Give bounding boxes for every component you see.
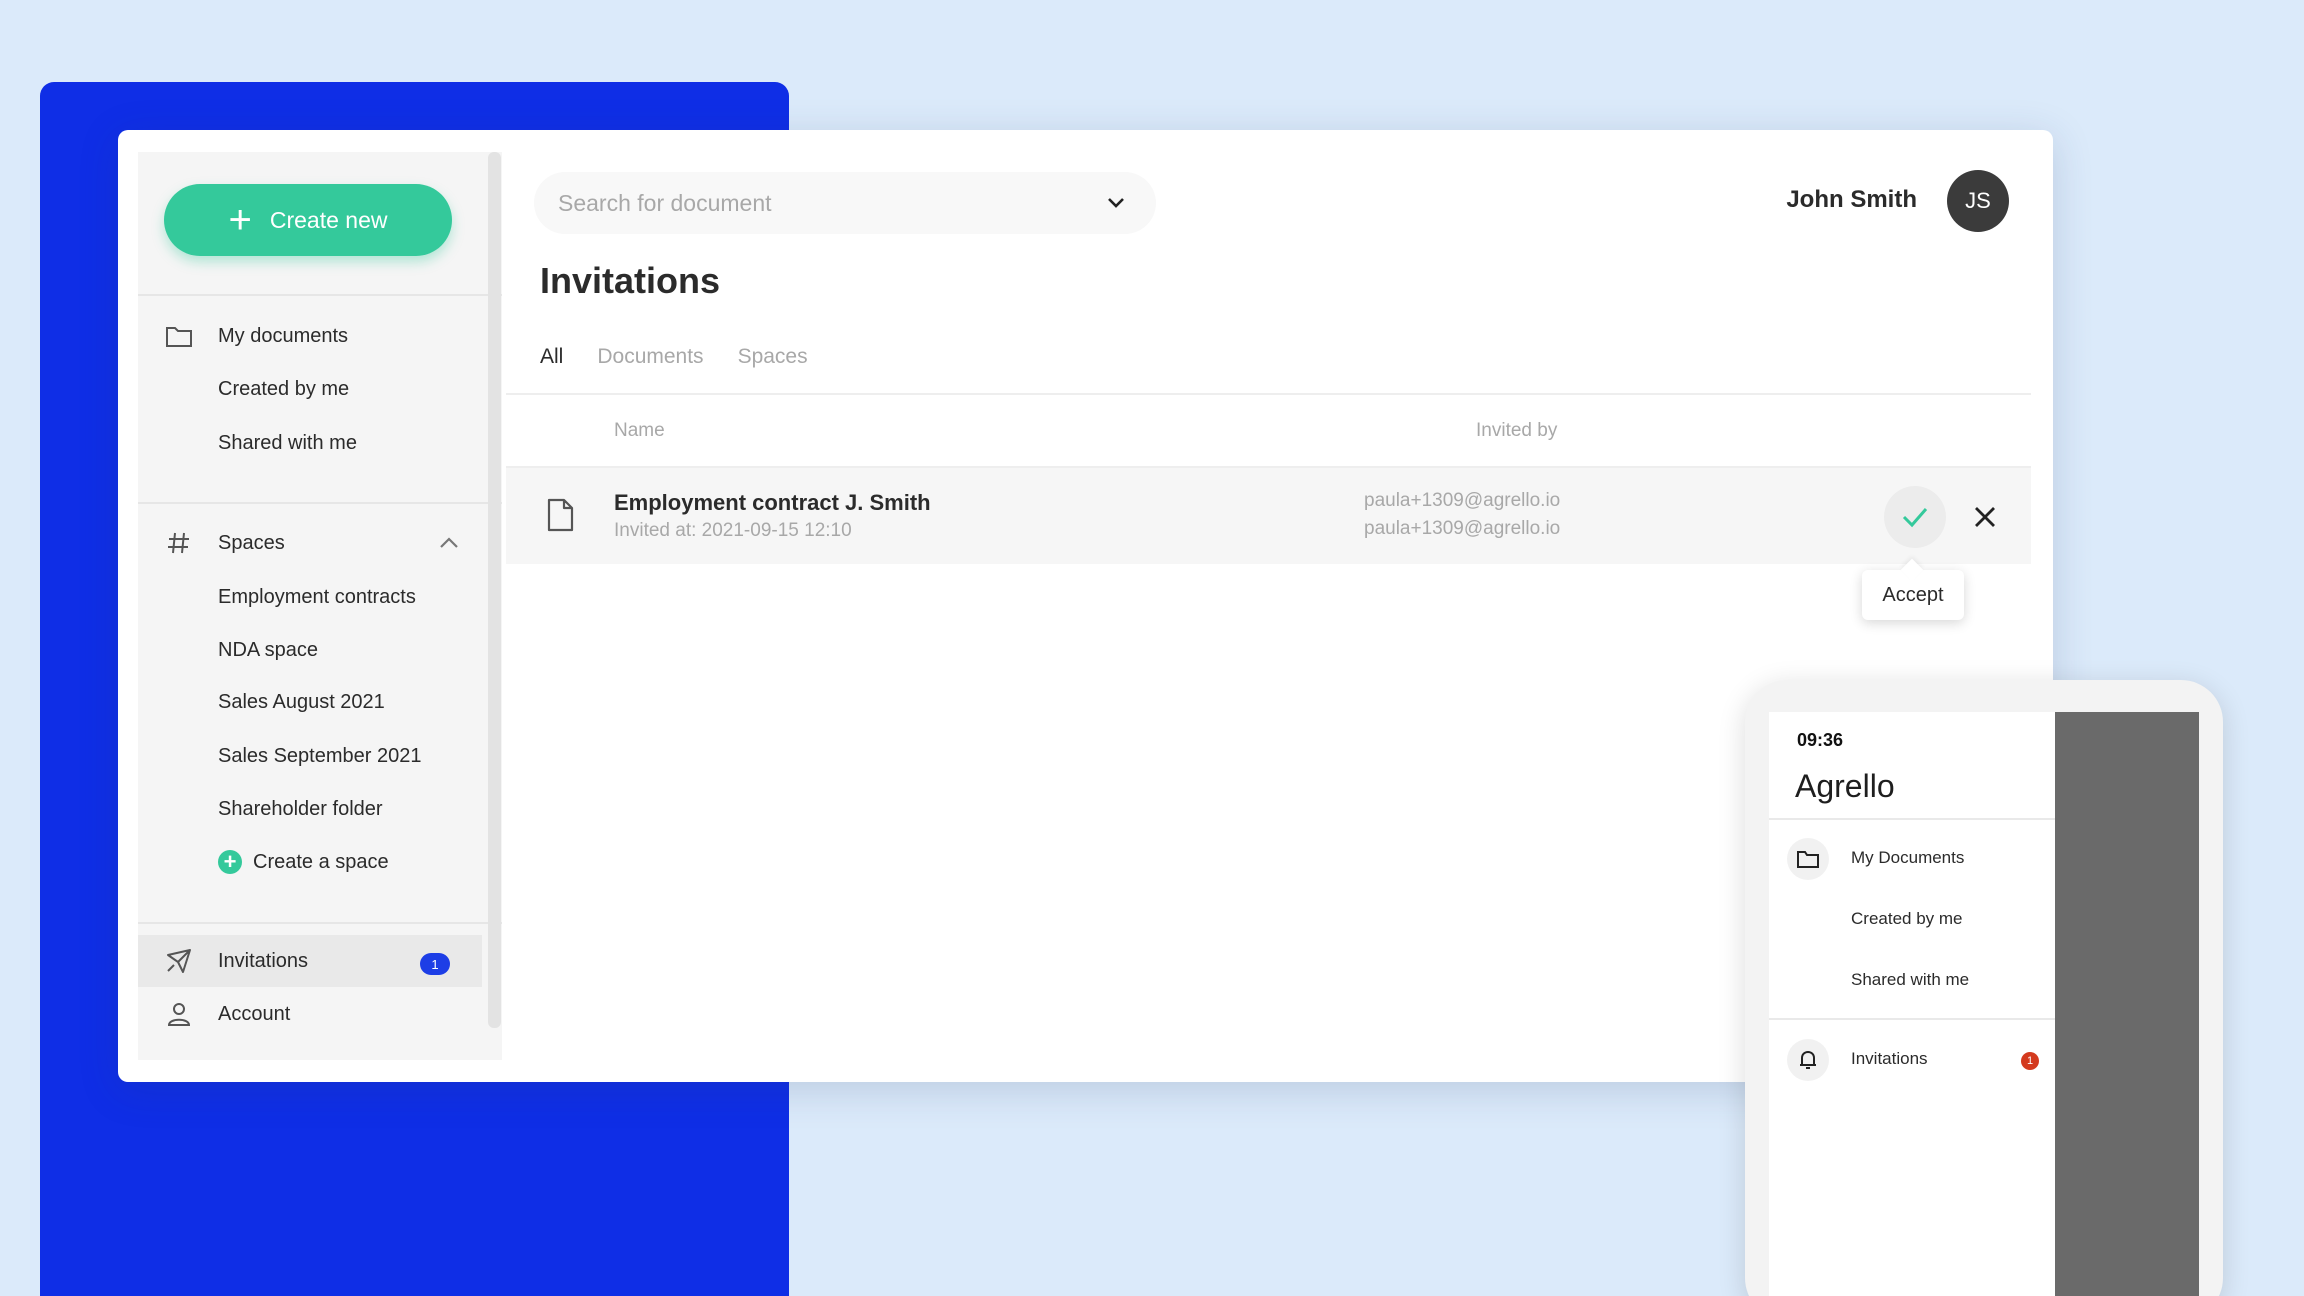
- chevron-up-icon[interactable]: [436, 531, 462, 555]
- phone-item-created-by-me[interactable]: Created by me: [1769, 893, 2055, 947]
- phone-mockup: 09:36 Agrello My Documents Created by me…: [1745, 680, 2223, 1296]
- sidebar-item-label: NDA space: [218, 638, 319, 661]
- sidebar-item-space[interactable]: Sales August 2021: [138, 676, 482, 728]
- sidebar-item-space[interactable]: Sales September 2021: [138, 730, 482, 782]
- document-name[interactable]: Employment contract J. Smith: [614, 490, 931, 516]
- sidebar-item-label: Shareholder folder: [218, 797, 383, 820]
- tabs-divider: [506, 393, 2031, 395]
- sidebar-scrollbar[interactable]: [488, 152, 501, 1028]
- sidebar-item-label: My documents: [218, 324, 349, 347]
- accept-tooltip: Accept: [1862, 570, 1964, 620]
- person-icon: [164, 1000, 194, 1028]
- sidebar-item-label: Sales August 2021: [218, 690, 385, 713]
- plus-icon: +: [218, 850, 242, 874]
- tab-documents[interactable]: Documents: [597, 345, 703, 369]
- column-header-invited-by: Invited by: [1476, 420, 1558, 441]
- folder-icon: [1787, 838, 1829, 880]
- sidebar-item-label: Sales September 2021: [218, 744, 422, 767]
- plus-icon: +: [228, 198, 252, 242]
- search-input[interactable]: [558, 189, 1078, 217]
- invited-at: Invited at: 2021-09-15 12:10: [614, 520, 852, 541]
- status-bar-time: 09:36: [1797, 730, 1844, 750]
- close-icon: [1975, 507, 1995, 527]
- hash-icon: [164, 529, 194, 557]
- page-title: Invitations: [540, 260, 721, 301]
- sidebar-item-space[interactable]: Employment contracts: [138, 571, 482, 623]
- sidebar-item-account[interactable]: Account: [138, 988, 482, 1040]
- invitations-count-badge: 1: [420, 953, 450, 975]
- phone-item-label: Invitations: [1851, 1049, 1928, 1068]
- folder-icon: [164, 322, 194, 350]
- sidebar-item-label: Spaces: [218, 531, 285, 554]
- reject-button[interactable]: [1962, 494, 2008, 540]
- sidebar-divider: [138, 294, 502, 296]
- inviter-email: paula+1309@agrello.io: [1364, 518, 1561, 539]
- sidebar-item-label: Account: [218, 1002, 291, 1025]
- check-icon: [1902, 508, 1928, 528]
- document-icon: [546, 498, 574, 532]
- agrello-logo: Agrello: [1795, 768, 1895, 804]
- sidebar-item-label: Invitations: [218, 949, 309, 972]
- table-row[interactable]: Employment contract J. Smith Invited at:…: [506, 468, 2031, 564]
- tab-all[interactable]: All: [540, 345, 563, 369]
- create-space-link[interactable]: + Create a space: [138, 836, 482, 888]
- create-new-button[interactable]: + Create new: [164, 184, 452, 256]
- invitations-count-badge: 1: [2021, 1052, 2039, 1070]
- create-space-label: Create a space: [253, 850, 389, 873]
- phone-item-invitations[interactable]: Invitations 1: [1769, 1033, 2055, 1087]
- phone-divider: [1769, 1018, 2055, 1020]
- sidebar-item-label: Employment contracts: [218, 585, 416, 608]
- phone-item-my-documents[interactable]: My Documents: [1769, 832, 2055, 886]
- user-name[interactable]: John Smith: [1786, 186, 1917, 214]
- tab-bar: All Documents Spaces: [540, 345, 808, 369]
- phone-dim-overlay[interactable]: [2055, 712, 2199, 1296]
- sidebar-item-space[interactable]: Shareholder folder: [138, 783, 482, 835]
- sidebar-item-my-documents[interactable]: My documents: [138, 310, 482, 362]
- accept-button[interactable]: [1884, 486, 1946, 548]
- sidebar-item-label: Shared with me: [218, 431, 357, 454]
- tab-spaces[interactable]: Spaces: [738, 345, 808, 369]
- column-header-name: Name: [614, 420, 665, 441]
- sidebar-item-label: Created by me: [218, 377, 350, 400]
- sidebar: + Create new My documents Created by me …: [138, 152, 502, 1060]
- phone-item-label: My Documents: [1851, 848, 1965, 867]
- phone-item-shared-with-me[interactable]: Shared with me: [1769, 954, 2055, 1008]
- sidebar-item-space[interactable]: NDA space: [138, 624, 482, 676]
- sidebar-item-invitations[interactable]: Invitations 1: [138, 935, 482, 987]
- sidebar-item-spaces[interactable]: Spaces: [138, 517, 482, 569]
- sidebar-item-shared-with-me[interactable]: Shared with me: [138, 417, 482, 469]
- chevron-down-icon[interactable]: [1104, 192, 1128, 214]
- sidebar-divider: [138, 922, 502, 924]
- search-bar[interactable]: [534, 172, 1156, 234]
- sidebar-divider: [138, 502, 502, 504]
- create-new-label: Create new: [269, 206, 388, 233]
- sidebar-item-created-by-me[interactable]: Created by me: [138, 363, 482, 415]
- inviter-email: paula+1309@agrello.io: [1364, 490, 1561, 511]
- bell-icon: [1787, 1039, 1829, 1081]
- phone-item-label: Shared with me: [1851, 970, 1970, 989]
- phone-divider: [1769, 818, 2055, 820]
- phone-screen: 09:36 Agrello My Documents Created by me…: [1769, 712, 2199, 1296]
- paper-plane-icon: [164, 947, 194, 975]
- avatar[interactable]: JS: [1947, 170, 2009, 232]
- phone-item-label: Created by me: [1851, 909, 1963, 928]
